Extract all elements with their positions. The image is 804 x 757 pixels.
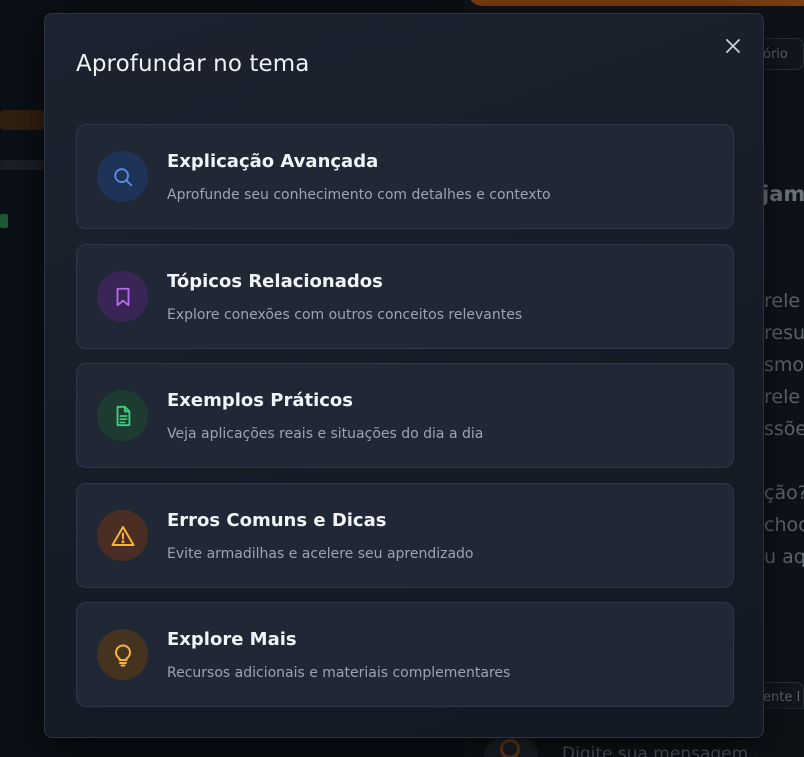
background-text-line: u aqu bbox=[764, 546, 804, 568]
background-text-line: chool bbox=[764, 514, 804, 536]
option-description: Recursos adicionais e materiais compleme… bbox=[167, 665, 511, 681]
warning-icon bbox=[111, 525, 134, 546]
background-text-line: smo, bbox=[764, 354, 804, 376]
modal-title: Aprofundar no tema bbox=[76, 51, 310, 77]
close-button[interactable] bbox=[721, 34, 745, 58]
option-title: Explore Mais bbox=[167, 629, 297, 650]
option-icon-circle bbox=[97, 271, 148, 322]
background-footer-pill-label: ente I bbox=[763, 690, 801, 705]
document-icon bbox=[116, 405, 130, 426]
lightbulb-icon bbox=[114, 644, 131, 666]
option-icon-circle bbox=[97, 629, 148, 680]
background-text-line: rele bbox=[764, 386, 801, 408]
option-description: Evite armadilhas e acelere seu aprendiza… bbox=[167, 546, 474, 562]
option-title: Erros Comuns e Dicas bbox=[167, 510, 387, 531]
background-heading: jam bbox=[762, 182, 804, 206]
option-icon-circle bbox=[97, 151, 148, 202]
option-common-mistakes[interactable]: Erros Comuns e Dicas Evite armadilhas e … bbox=[76, 483, 734, 588]
background-text-line: ssões bbox=[764, 418, 804, 440]
option-icon-circle bbox=[97, 510, 148, 561]
search-icon bbox=[113, 167, 132, 186]
background-status-dot bbox=[0, 214, 8, 228]
option-title: Tópicos Relacionados bbox=[167, 271, 383, 292]
background-text-line: resul bbox=[764, 322, 804, 344]
option-explore-more[interactable]: Explore Mais Recursos adicionais e mater… bbox=[76, 602, 734, 707]
option-practical-examples[interactable]: Exemplos Práticos Veja aplicações reais … bbox=[76, 363, 734, 468]
option-description: Aprofunde seu conhecimento com detalhes … bbox=[167, 187, 551, 203]
background-text-line: rele bbox=[764, 290, 801, 312]
option-advanced-explanation[interactable]: Explicação Avançada Aprofunde seu conhec… bbox=[76, 124, 734, 229]
option-title: Exemplos Práticos bbox=[167, 390, 354, 411]
background-message-placeholder: Digite sua mensagem... bbox=[562, 744, 765, 757]
option-related-topics[interactable]: Tópicos Relacionados Explore conexões co… bbox=[76, 244, 734, 349]
close-icon bbox=[726, 39, 740, 53]
option-description: Explore conexões com outros conceitos re… bbox=[167, 307, 523, 323]
background-sidebar-mark bbox=[0, 110, 44, 130]
option-title: Explicação Avançada bbox=[167, 151, 379, 172]
background-top-banner bbox=[468, 0, 804, 6]
option-icon-circle bbox=[97, 390, 148, 441]
option-description: Veja aplicações reais e situações do dia… bbox=[167, 426, 484, 442]
background-sidebar-line bbox=[0, 160, 44, 170]
bookmark-icon bbox=[116, 287, 129, 306]
deepen-topic-modal: Aprofundar no tema Explicação Avançada A… bbox=[44, 13, 764, 738]
background-text-line: ção? bbox=[764, 482, 804, 504]
background-history-label: ório bbox=[763, 47, 788, 62]
